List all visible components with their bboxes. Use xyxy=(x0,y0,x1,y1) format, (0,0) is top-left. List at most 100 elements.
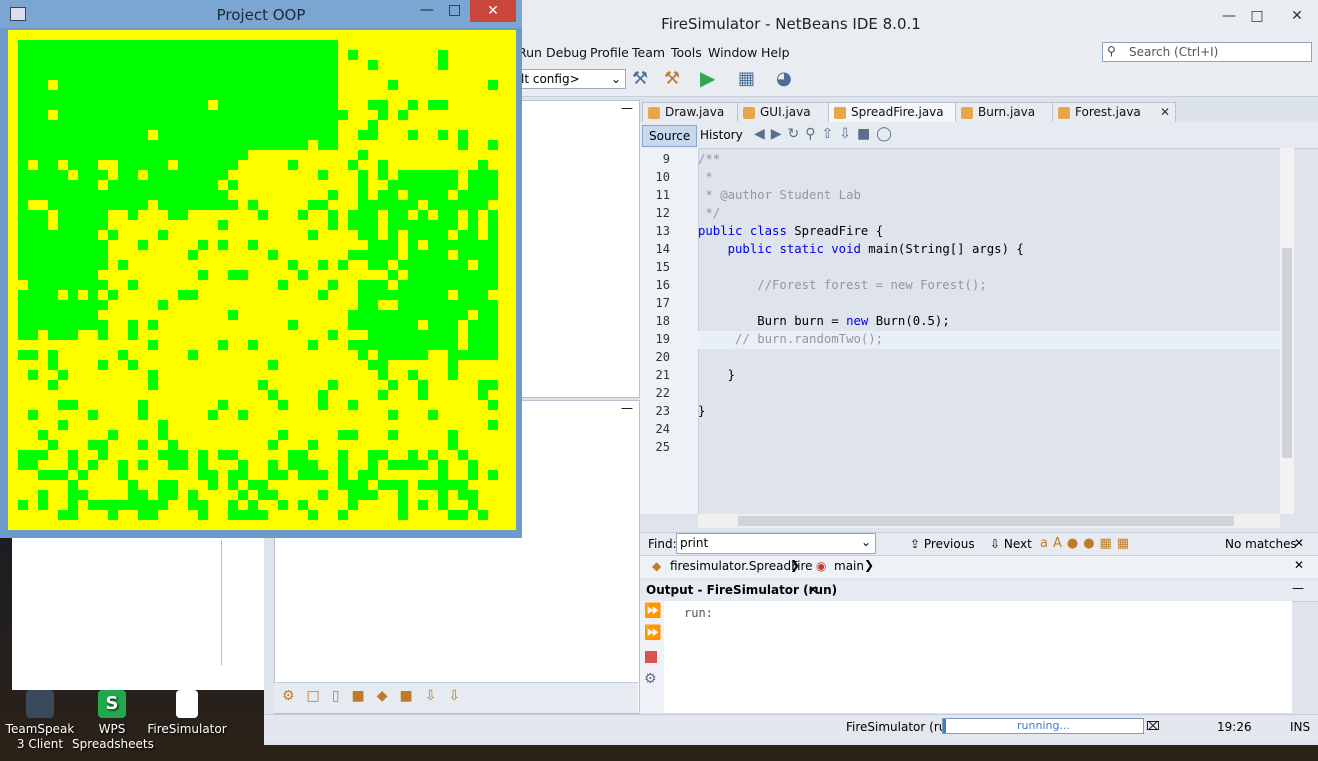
stop-icon[interactable] xyxy=(645,651,657,663)
close-icon[interactable]: ✕ xyxy=(1294,558,1304,572)
tree-cell xyxy=(438,460,448,470)
tree-cell xyxy=(158,40,168,50)
close-icon[interactable]: ✕ xyxy=(1294,536,1304,550)
settings-icon[interactable]: ⚙ xyxy=(644,671,657,687)
maximize-button[interactable]: □ xyxy=(448,2,461,18)
tree-cell xyxy=(308,230,318,240)
chevron-right-icon: ❯ xyxy=(790,558,801,572)
line-number: 10 xyxy=(655,170,670,184)
desktop-icon-firesimulator[interactable]: FireSimulator xyxy=(147,690,227,737)
tree-cell xyxy=(388,80,398,90)
tree-cell xyxy=(98,330,108,340)
menu-tools[interactable]: Tools xyxy=(671,45,702,60)
forest-grid xyxy=(18,40,498,520)
close-icon[interactable]: ✕ xyxy=(808,583,818,597)
tree-cell xyxy=(158,110,168,120)
tree-cell xyxy=(388,240,398,250)
find-option-icons[interactable]: aA●●▦▦ xyxy=(1040,536,1134,551)
search-input[interactable]: ⚲ Search (Ctrl+I) xyxy=(1102,42,1312,62)
tree-cell xyxy=(108,100,118,110)
tree-cell xyxy=(358,150,368,160)
tree-cell xyxy=(418,180,428,190)
next-button[interactable]: ⇩ Next xyxy=(990,537,1032,551)
tree-cell xyxy=(38,130,48,140)
profile-icon[interactable]: ◕ xyxy=(776,68,798,90)
close-button[interactable]: ✕ xyxy=(1284,8,1310,26)
tree-cell xyxy=(408,460,418,470)
minimize-button[interactable]: — xyxy=(1216,8,1242,26)
menu-profile[interactable]: Profile xyxy=(590,45,629,60)
desktop-icon-wps[interactable]: S WPS Spreadsheets xyxy=(72,690,154,752)
horizontal-scrollbar[interactable] xyxy=(698,514,1280,528)
tree-cell xyxy=(468,230,478,240)
minimize-icon[interactable]: — xyxy=(1292,581,1304,595)
tree-cell xyxy=(438,270,448,280)
tree-cell xyxy=(98,300,108,310)
scroll-thumb[interactable] xyxy=(1282,248,1292,458)
tree-cell xyxy=(78,490,88,500)
close-button[interactable]: ✕ xyxy=(470,0,516,22)
cancel-task-icon[interactable]: ⌧ xyxy=(1146,719,1160,733)
close-icon[interactable]: ✕ xyxy=(1160,103,1170,122)
tree-cell xyxy=(458,270,468,280)
tree-cell xyxy=(398,210,408,220)
config-select[interactable]: lt config> ⌄ xyxy=(518,69,626,89)
clean-build-icon[interactable]: ⚒ xyxy=(664,68,686,90)
tab-spreadfire[interactable]: SpreadFire.java ✕ xyxy=(828,102,976,123)
tree-cell xyxy=(398,510,408,520)
desktop-icon-teamspeak[interactable]: TeamSpeak 3 Client xyxy=(0,690,80,752)
debug-icon[interactable]: ▦ xyxy=(738,68,760,90)
build-icon[interactable]: ⚒ xyxy=(632,68,654,90)
tree-cell xyxy=(368,220,378,230)
tree-cell xyxy=(168,110,178,120)
tree-cell xyxy=(18,330,28,340)
code-line: // burn.randomTwo(); xyxy=(698,332,884,346)
tree-cell xyxy=(428,320,438,330)
tab-label: SpreadFire.java xyxy=(851,105,944,119)
status-bar: FireSimulator (run) 19:26 INS ⌧ xyxy=(264,714,1318,740)
tree-cell xyxy=(418,250,428,260)
project-oop-window: Project OOP — □ ✕ xyxy=(0,0,522,538)
tree-cell xyxy=(368,240,378,250)
minimize-button[interactable]: — xyxy=(420,2,434,18)
editor-action-icons[interactable]: ◀▶↻⚲⇧⇩■◯ xyxy=(754,126,1054,144)
tab-source[interactable]: Source xyxy=(642,125,698,147)
menu-help[interactable]: Help xyxy=(761,45,790,60)
tree-cell xyxy=(48,350,58,360)
tree-cell xyxy=(258,130,268,140)
maximize-button[interactable]: □ xyxy=(1244,8,1270,26)
tree-cell xyxy=(478,310,488,320)
tab-history[interactable]: History xyxy=(694,125,749,145)
menu-debug[interactable]: Debug xyxy=(546,45,587,60)
tree-cell xyxy=(148,190,158,200)
minimize-icon[interactable]: — xyxy=(621,401,633,415)
tree-cell xyxy=(268,80,278,90)
rerun-icon[interactable]: ⏩ xyxy=(644,603,661,619)
minimize-icon[interactable]: — xyxy=(621,101,633,115)
tree-cell xyxy=(18,450,28,460)
breadcrumb-method[interactable]: main xyxy=(834,559,864,573)
tree-cell xyxy=(378,390,388,400)
tree-cell xyxy=(368,360,378,370)
output-console[interactable]: run: xyxy=(664,601,1292,713)
tree-cell xyxy=(428,310,438,320)
tree-cell xyxy=(108,510,118,520)
tree-cell xyxy=(68,270,78,280)
navigator-filter-icons[interactable]: ⚙□▯■◆■⇩⇩ xyxy=(282,688,472,704)
menu-window[interactable]: Window xyxy=(708,45,757,60)
tree-cell xyxy=(418,390,428,400)
menu-team[interactable]: Team xyxy=(632,45,665,60)
tree-cell xyxy=(238,100,248,110)
rerun-with-params-icon[interactable]: ⏩ xyxy=(644,625,661,641)
find-input[interactable]: print ⌄ xyxy=(676,533,876,554)
tree-cell xyxy=(368,320,378,330)
tab-forest[interactable]: Forest.java ✕ xyxy=(1052,102,1176,123)
tree-cell xyxy=(228,140,238,150)
tree-cell xyxy=(188,200,198,210)
run-icon[interactable]: ▶ xyxy=(700,66,722,90)
previous-button[interactable]: ⇪ Previous xyxy=(910,537,975,551)
vertical-scrollbar[interactable] xyxy=(1280,148,1294,514)
tree-cell xyxy=(218,80,228,90)
scroll-thumb[interactable] xyxy=(738,516,1234,526)
code-editor[interactable]: /** * * @author Student Lab */ public cla… xyxy=(698,148,1280,514)
